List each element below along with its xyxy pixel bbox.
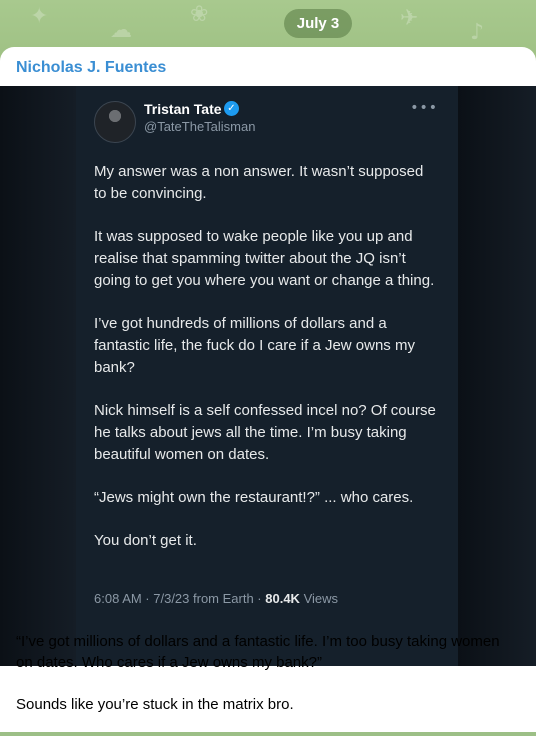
tweet-paragraph: You don’t get it. (94, 532, 197, 549)
caption-line: “I’ve got millions of dollars and a fant… (16, 633, 500, 671)
message-caption: “I’ve got millions of dollars and a fant… (16, 631, 520, 736)
more-options-icon: ••• (410, 100, 438, 116)
tweet-paragraph: “Jews might own the restaurant!?” ... wh… (94, 489, 414, 506)
tweet-body: My answer was a non answer. It wasn’t su… (94, 161, 439, 573)
message-bubble[interactable]: Nicholas J. Fuentes Tristan Tate ✓ @Tate… (0, 47, 536, 732)
caption-line: Sounds like you’re stuck in the matrix b… (16, 696, 294, 713)
tweet-views-count: 80.4K (265, 591, 300, 606)
tweet-card: Tristan Tate ✓ @TateTheTalisman ••• My a… (76, 86, 458, 666)
tweet-paragraph: My answer was a non answer. It wasn’t su… (94, 163, 424, 202)
tweet-meta: 6:08 AM · 7/3/23 from Earth · 80.4K View… (94, 591, 338, 606)
verified-check-icon: ✓ (224, 101, 239, 116)
date-separator: July 3 (284, 9, 352, 38)
tweet-paragraph: It was supposed to wake people like you … (94, 228, 435, 289)
tweet-paragraph: Nick himself is a self confessed incel n… (94, 402, 436, 463)
photo-right-edge (458, 86, 536, 666)
avatar (94, 101, 136, 143)
tweet-handle: @TateTheTalisman (144, 119, 256, 134)
attached-screenshot[interactable]: Tristan Tate ✓ @TateTheTalisman ••• My a… (0, 86, 536, 666)
sender-name[interactable]: Nicholas J. Fuentes (16, 59, 166, 77)
photo-left-edge (0, 86, 76, 666)
tweet-author-name: Tristan Tate (144, 101, 222, 117)
tweet-paragraph: I’ve got hundreds of millions of dollars… (94, 315, 415, 376)
tweet-timestamp: 6:08 AM · 7/3/23 from Earth · (94, 591, 266, 606)
tweet-views-label: Views (299, 591, 339, 606)
